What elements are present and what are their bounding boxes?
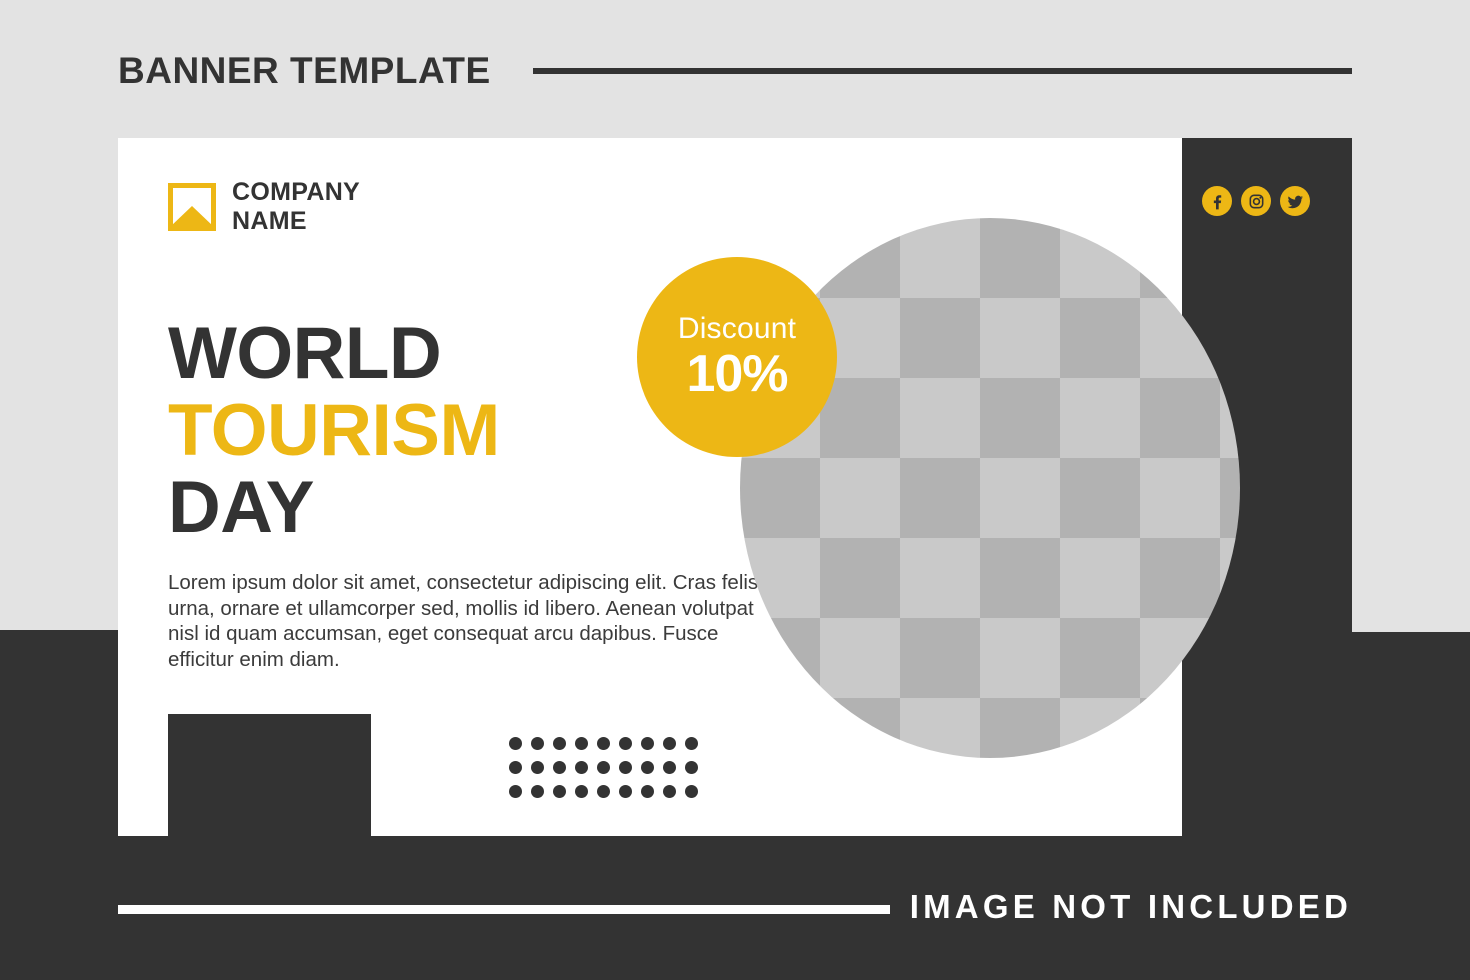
headline-line-3: DAY bbox=[168, 467, 314, 548]
headline: WORLD TOURISM DAY bbox=[168, 315, 500, 546]
dot bbox=[619, 785, 632, 798]
discount-value: 10% bbox=[686, 345, 788, 403]
company-name: COMPANY NAME bbox=[232, 178, 360, 236]
image-placeholder-icon bbox=[168, 183, 216, 231]
dot bbox=[663, 785, 676, 798]
dot bbox=[575, 761, 588, 774]
twitter-icon[interactable] bbox=[1280, 186, 1310, 216]
dot bbox=[553, 737, 566, 750]
dot bbox=[641, 785, 654, 798]
dot bbox=[619, 761, 632, 774]
footer-divider bbox=[118, 905, 890, 914]
dot bbox=[663, 761, 676, 774]
dot bbox=[597, 761, 610, 774]
dot bbox=[619, 737, 632, 750]
page-background-light-right bbox=[1352, 0, 1470, 632]
dot bbox=[509, 785, 522, 798]
company-logo[interactable]: COMPANY NAME bbox=[168, 178, 360, 236]
dot bbox=[509, 761, 522, 774]
company-name-line2: NAME bbox=[232, 207, 307, 235]
dot bbox=[685, 737, 698, 750]
dot bbox=[509, 737, 522, 750]
dot bbox=[597, 785, 610, 798]
headline-line-2: TOURISM bbox=[168, 390, 500, 471]
discount-label: Discount bbox=[677, 312, 797, 345]
footer-note: IMAGE NOT INCLUDED bbox=[909, 888, 1352, 925]
facebook-icon[interactable] bbox=[1202, 186, 1232, 216]
dot bbox=[531, 737, 544, 750]
mountain-shape bbox=[173, 206, 211, 226]
discount-badge[interactable]: Discount 10% bbox=[637, 257, 837, 457]
body-paragraph: Lorem ipsum dolor sit amet, consectetur … bbox=[168, 571, 759, 671]
dot-grid-decoration bbox=[509, 737, 707, 809]
dot bbox=[685, 785, 698, 798]
dot bbox=[531, 761, 544, 774]
headline-line-1: WORLD bbox=[168, 313, 442, 394]
card-dark-accent-block bbox=[168, 714, 371, 836]
company-name-line1: COMPANY bbox=[232, 178, 361, 206]
dot bbox=[553, 761, 566, 774]
banner-template-page: BANNER TEMPLATE COMPANY NAME WORLD TOURI… bbox=[0, 0, 1470, 980]
dot bbox=[575, 737, 588, 750]
dot bbox=[531, 785, 544, 798]
social-links bbox=[1202, 186, 1310, 216]
instagram-icon[interactable] bbox=[1241, 186, 1271, 216]
page-title: BANNER TEMPLATE bbox=[118, 50, 491, 91]
dot bbox=[641, 761, 654, 774]
banner-card: COMPANY NAME WORLD TOURISM DAY Lorem ips… bbox=[118, 138, 1352, 836]
dot bbox=[641, 737, 654, 750]
dot bbox=[597, 737, 610, 750]
dot bbox=[553, 785, 566, 798]
header-divider bbox=[533, 68, 1352, 74]
dot bbox=[663, 737, 676, 750]
dot bbox=[575, 785, 588, 798]
dot bbox=[685, 761, 698, 774]
